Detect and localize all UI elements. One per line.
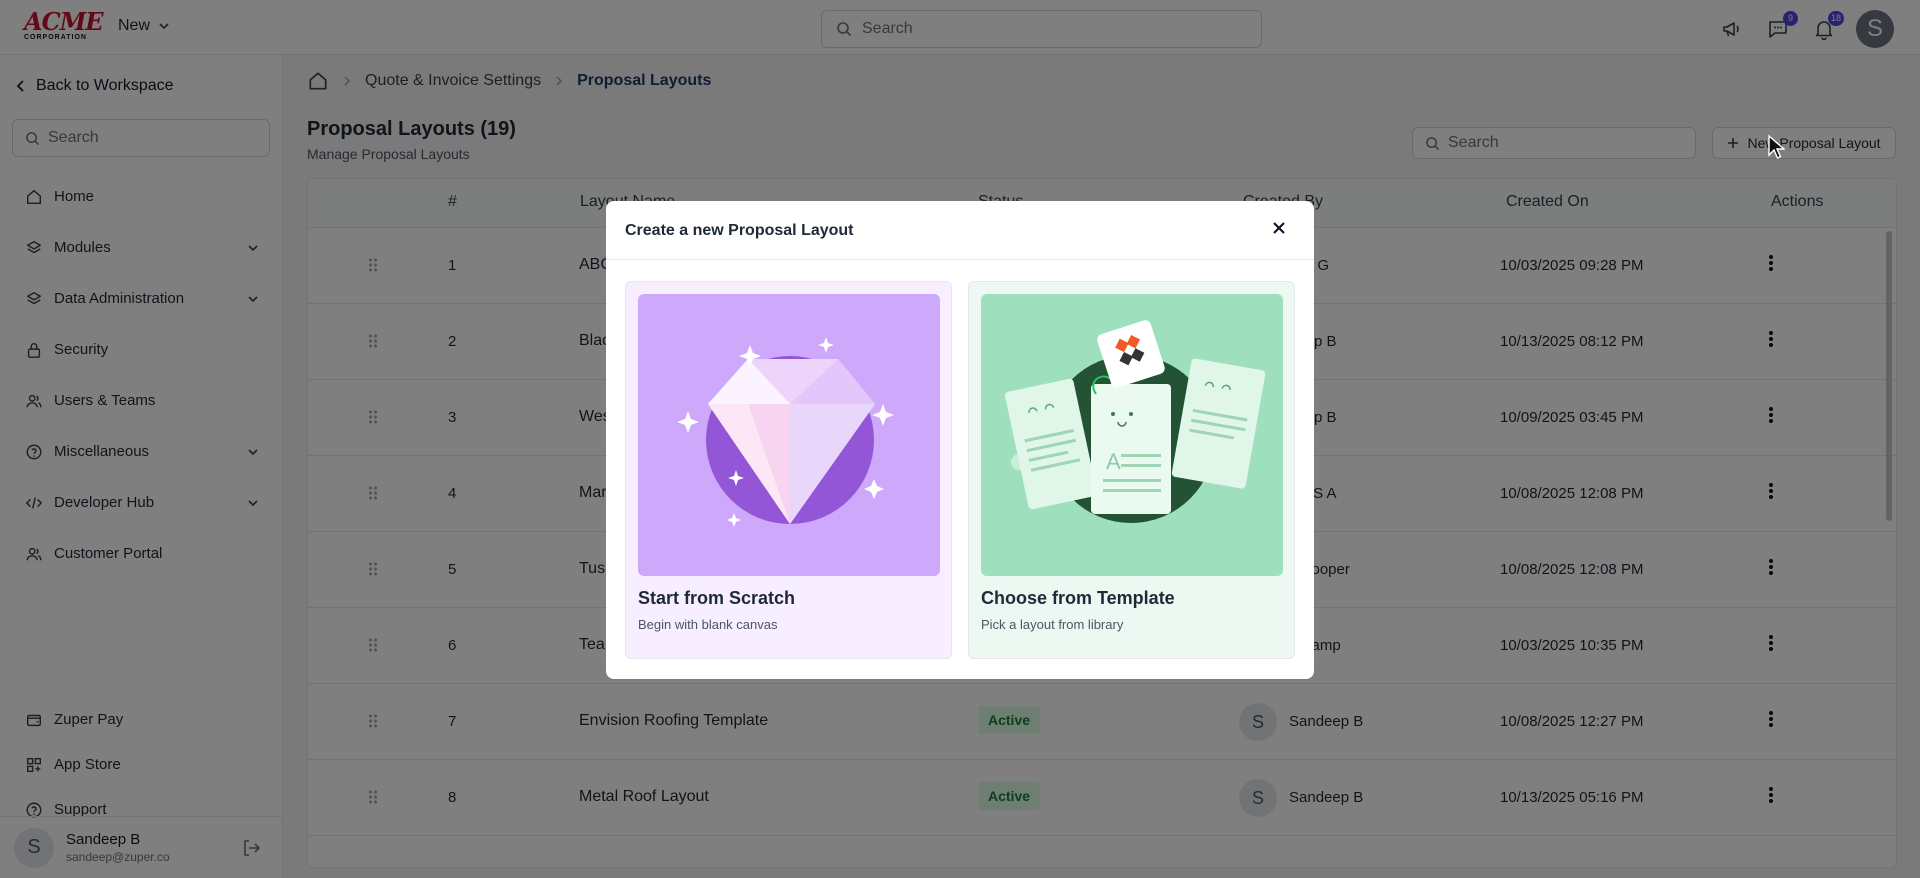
option-title: Start from Scratch: [638, 588, 796, 608]
option-desc: Pick a layout from library: [981, 617, 1124, 632]
documents-illustration: A: [981, 294, 1283, 576]
close-icon[interactable]: [1272, 221, 1286, 235]
modal-title: Create a new Proposal Layout: [625, 222, 854, 239]
choose-from-template-option[interactable]: A Choose from Template Pick a layout fro…: [968, 281, 1295, 659]
start-from-scratch-option[interactable]: Start from Scratch Begin with blank canv…: [625, 281, 952, 659]
mouse-cursor-icon: [1768, 134, 1785, 159]
create-layout-modal: Create a new Proposal Layout Start from …: [606, 201, 1314, 679]
option-desc: Begin with blank canvas: [638, 617, 778, 632]
svg-text:A: A: [1106, 449, 1121, 474]
option-title: Choose from Template: [981, 588, 1175, 608]
diamond-illustration: [638, 294, 940, 576]
modal-header: Create a new Proposal Layout: [606, 201, 1314, 260]
